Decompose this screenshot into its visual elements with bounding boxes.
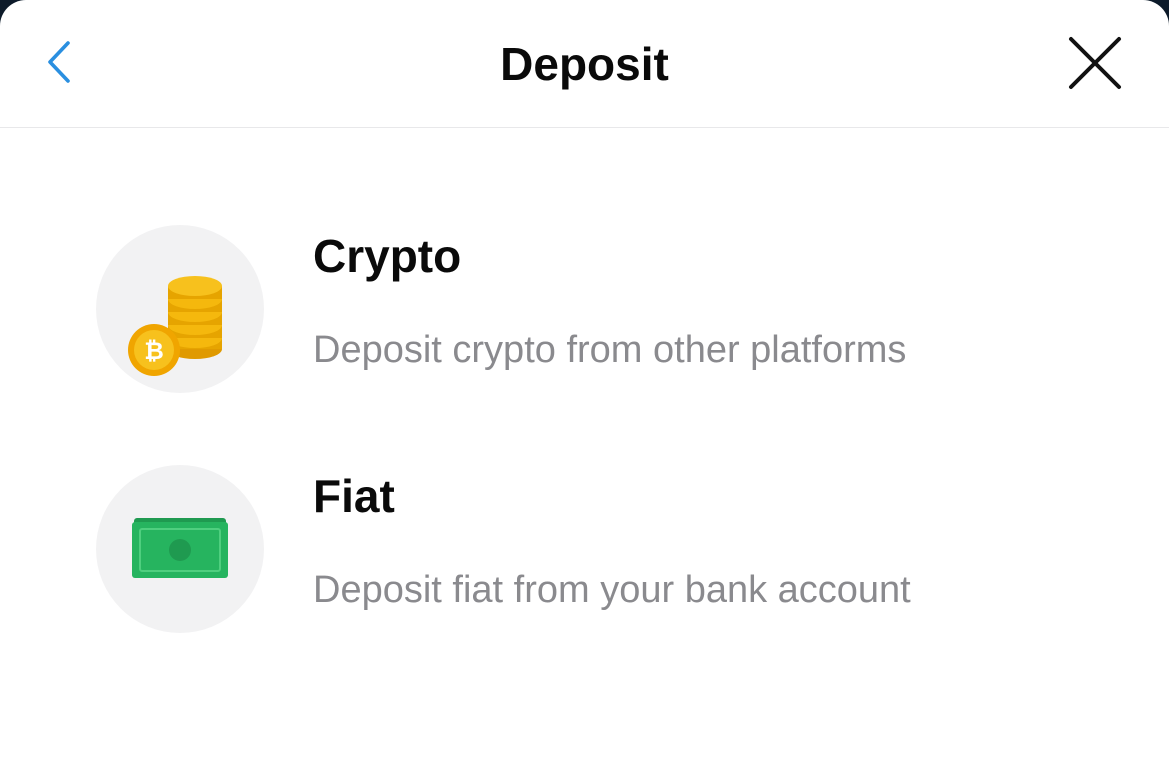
deposit-sheet: Deposit ₿ Crypto Deposit crypto from oth…	[0, 0, 1169, 758]
close-button[interactable]	[1060, 30, 1130, 96]
close-icon	[1069, 37, 1121, 89]
header: Deposit	[0, 0, 1169, 128]
fiat-description: Deposit fiat from your bank account	[313, 569, 911, 611]
fiat-title: Fiat	[313, 470, 395, 522]
page-title: Deposit	[500, 38, 669, 90]
bitcoin-coins-icon: ₿	[128, 276, 222, 376]
crypto-description: Deposit crypto from other platforms	[313, 329, 907, 371]
fiat-option[interactable]: Fiat Deposit fiat from your bank account	[0, 448, 1169, 648]
crypto-option[interactable]: ₿ Crypto Deposit crypto from other platf…	[0, 208, 1169, 408]
crypto-title: Crypto	[313, 230, 462, 282]
crypto-icon-circle: ₿	[96, 225, 264, 393]
svg-text:₿: ₿	[144, 337, 164, 365]
fiat-icon-circle	[96, 465, 264, 633]
banknote-icon	[132, 518, 228, 578]
